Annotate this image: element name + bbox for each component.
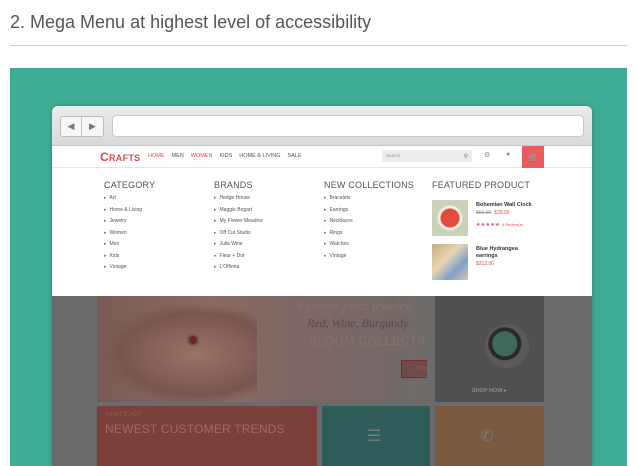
logo-mark: C bbox=[100, 150, 109, 164]
phone-tile[interactable]: ✆ bbox=[435, 406, 544, 466]
star-icon: ★★★★★ bbox=[476, 222, 500, 228]
product-name[interactable]: Bohemian Wall Clock bbox=[476, 202, 532, 208]
nav-home[interactable]: HOME bbox=[148, 153, 165, 159]
menu-item[interactable]: Julia Wine bbox=[214, 241, 263, 253]
menu-item[interactable]: Maggie Bogart bbox=[214, 207, 263, 219]
mega-menu: CATEGORY Art Home & Living Jewelry Women… bbox=[52, 168, 592, 296]
hero-subheadline: Red, Wine, Burgundy bbox=[307, 316, 409, 330]
menu-column-featured: FEATURED PRODUCT bbox=[432, 180, 530, 195]
menu-item[interactable]: Bracelets bbox=[324, 195, 414, 207]
trends-tile[interactable]: WHAT'S HOT NEWEST CUSTOMER TRENDS bbox=[97, 406, 317, 466]
menu-column-category: CATEGORY Art Home & Living Jewelry Women… bbox=[104, 180, 155, 276]
tile-kicker: WHAT'S HOT bbox=[105, 412, 142, 418]
column-title: CATEGORY bbox=[104, 180, 156, 190]
browser-toolbar: ◀ ▶ bbox=[52, 106, 592, 146]
nav-sale[interactable]: SALE bbox=[288, 153, 302, 159]
cart-icon[interactable]: 🛒 bbox=[522, 146, 544, 168]
nav-kids[interactable]: KIDS bbox=[219, 153, 232, 159]
necklace-image bbox=[485, 324, 529, 368]
search-input[interactable]: Search ⚲ bbox=[382, 150, 472, 162]
product-price: $56.00 $39.00 bbox=[476, 210, 510, 216]
side-shop-now-button[interactable]: SHOP NOW ▸ bbox=[472, 388, 507, 394]
menu-item[interactable]: Vintage bbox=[324, 253, 414, 265]
menu-item[interactable]: Art bbox=[104, 195, 155, 207]
page-content-dimmed: Flowers petal jewelry Red, Wine, Burgund… bbox=[52, 296, 592, 466]
menu-column-new-collections: NEW COLLECTIONS Bracelets Earrings Neckl… bbox=[324, 180, 414, 264]
browser-nav-buttons: ◀ ▶ bbox=[60, 116, 104, 137]
featured-product-2[interactable]: Blue Hydrangea earrings $212.00 bbox=[432, 244, 582, 280]
menu-item[interactable]: Watches bbox=[324, 241, 414, 253]
page-title: 2. Mega Menu at highest level of accessi… bbox=[10, 12, 372, 32]
nav-men[interactable]: MEN bbox=[172, 153, 184, 159]
tile-title: NEWEST CUSTOMER TRENDS bbox=[105, 422, 285, 436]
menu-item[interactable]: Kids bbox=[104, 253, 155, 265]
product-name-line2[interactable]: earrings bbox=[476, 253, 498, 259]
menu-column-brands: BRANDS Hedge House Maggie Bogart My Flow… bbox=[214, 180, 263, 276]
product-image[interactable] bbox=[432, 244, 468, 280]
gear-icon[interactable]: ⚙ bbox=[484, 151, 490, 159]
user-icon[interactable]: ● bbox=[506, 151, 510, 158]
site-header: CRAFTS HOME MEN WOMEN KIDS HOME & LIVING… bbox=[52, 146, 592, 168]
menu-item[interactable]: Home & Living bbox=[104, 207, 155, 219]
column-title: NEW COLLECTIONS bbox=[324, 180, 415, 190]
hero-image bbox=[107, 306, 257, 402]
featured-product-1[interactable]: Bohemian Wall Clock $56.00 $39.00 ★★★★★ 4 … bbox=[432, 200, 582, 236]
sale-price: $39.00 bbox=[494, 210, 510, 216]
side-banner[interactable]: SHOP NOW ▸ bbox=[435, 296, 544, 402]
product-price: $212.00 bbox=[476, 261, 495, 267]
menu-item[interactable]: My Flower Meadow bbox=[214, 218, 263, 230]
menu-item[interactable]: Fleur + Dot bbox=[214, 253, 263, 265]
hero-banner[interactable]: Flowers petal jewelry Red, Wine, Burgund… bbox=[97, 296, 427, 402]
hero-headline: Flowers petal jewelry bbox=[297, 298, 411, 313]
menu-item[interactable]: Men bbox=[104, 241, 155, 253]
menu-item[interactable]: Rings bbox=[324, 230, 414, 242]
nav-women[interactable]: WOMEN bbox=[191, 153, 213, 159]
review-count[interactable]: 4 Review(s) bbox=[502, 222, 523, 227]
back-arrow-icon[interactable]: ◀ bbox=[61, 117, 83, 136]
search-icon[interactable]: ⚲ bbox=[464, 153, 468, 160]
main-nav: HOME MEN WOMEN KIDS HOME & LIVING SALE bbox=[148, 153, 309, 159]
money-icon: ☰ bbox=[367, 428, 382, 445]
menu-item[interactable]: Off Cut Studio bbox=[214, 230, 263, 242]
showcase-panel: ◀ ▶ CRAFTS HOME MEN WOMEN KIDS HOME & LI… bbox=[10, 68, 627, 466]
browser-window: ◀ ▶ CRAFTS HOME MEN WOMEN KIDS HOME & LI… bbox=[52, 106, 592, 466]
money-tile[interactable]: ☰ bbox=[322, 406, 430, 466]
address-bar[interactable] bbox=[112, 115, 584, 137]
site-logo[interactable]: CRAFTS bbox=[100, 150, 140, 164]
menu-item[interactable]: Vintage bbox=[104, 264, 155, 276]
hero-collection: BLOOM COLLECTION bbox=[309, 334, 427, 348]
menu-item[interactable]: Necklaces bbox=[324, 218, 414, 230]
column-title: FEATURED PRODUCT bbox=[432, 180, 531, 190]
nav-home-living[interactable]: HOME & LIVING bbox=[239, 153, 280, 159]
logo-text: RAFTS bbox=[108, 153, 141, 163]
product-image[interactable] bbox=[432, 200, 468, 236]
menu-item[interactable]: Women bbox=[104, 230, 155, 242]
phone-icon: ✆ bbox=[480, 428, 494, 445]
search-placeholder: Search bbox=[386, 153, 401, 158]
product-rating: ★★★★★ 4 Review(s) bbox=[476, 222, 523, 228]
column-title: BRANDS bbox=[214, 180, 253, 190]
ring-image bbox=[187, 334, 199, 346]
menu-item[interactable]: Jewelry bbox=[104, 218, 155, 230]
product-name[interactable]: Blue Hydrangea bbox=[476, 246, 518, 252]
old-price: $56.00 bbox=[476, 210, 492, 216]
shop-now-button[interactable]: SHOP NOW bbox=[401, 360, 427, 378]
menu-item[interactable]: Hedge House bbox=[214, 195, 263, 207]
forward-arrow-icon[interactable]: ▶ bbox=[82, 117, 103, 136]
menu-item[interactable]: Earrings bbox=[324, 207, 414, 219]
menu-item[interactable]: L'Offiona bbox=[214, 264, 263, 276]
heading-divider bbox=[10, 45, 627, 46]
